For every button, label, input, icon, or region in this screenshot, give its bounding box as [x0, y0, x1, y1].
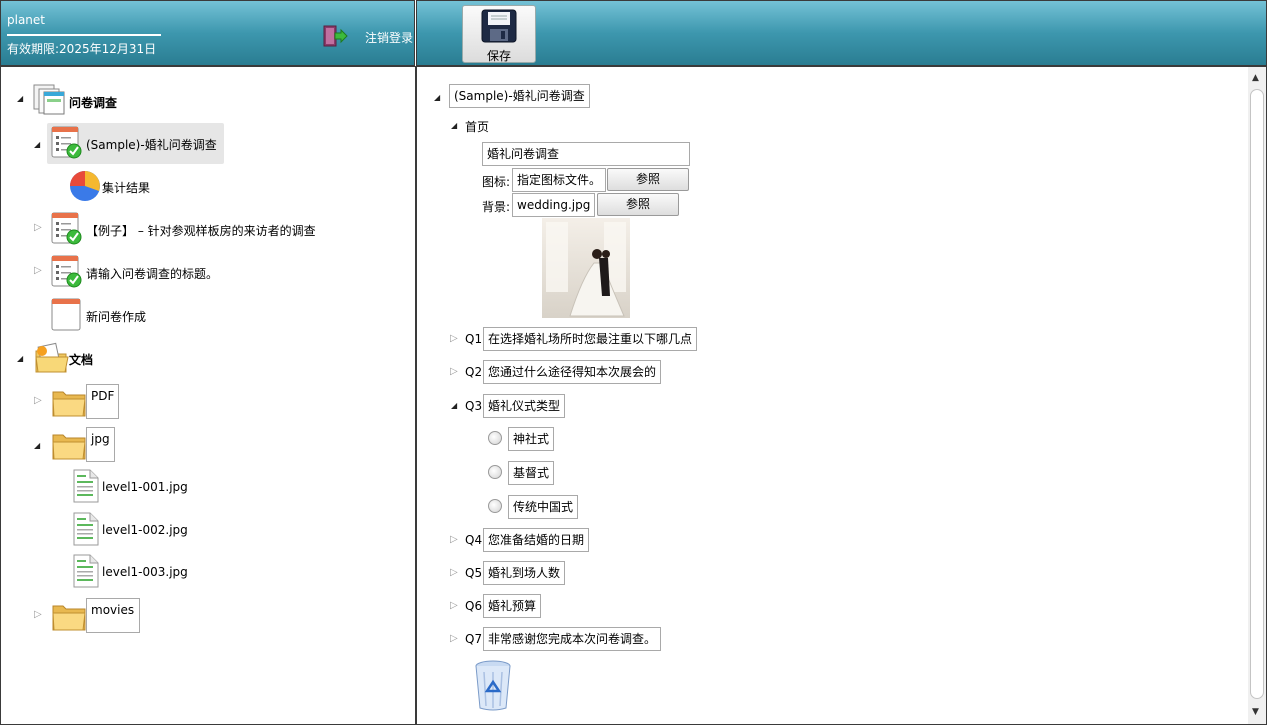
tree-survey-item-1[interactable]: (Sample)-婚礼问卷调查: [86, 136, 217, 153]
icon-browse-button[interactable]: 参照: [607, 168, 689, 191]
tree-results-item[interactable]: 集计结果: [102, 179, 150, 196]
expand-arrow-survey-root[interactable]: ◢: [17, 94, 23, 103]
q3-option-1-field[interactable]: 神社式: [508, 427, 555, 451]
expand-arrow-q4[interactable]: ▷: [450, 534, 458, 545]
expand-arrow-survey-1[interactable]: ◢: [34, 140, 40, 149]
question-number: Q1: [465, 332, 483, 346]
save-label: 保存: [486, 49, 511, 63]
folder-icon: [51, 429, 87, 464]
tree-survey-item-3[interactable]: 请输入问卷调查的标题。: [86, 265, 218, 282]
survey-editor: ◢ (Sample)-婚礼问卷调查 ◢ 首页 婚礼问卷调查 图标: 指定图标文件…: [416, 66, 1267, 725]
background-image-preview: [542, 218, 630, 318]
question-7-field[interactable]: 非常感谢您完成本次问卷调查。: [483, 627, 662, 651]
tree-file-jpg-1[interactable]: level1-001.jpg: [102, 480, 188, 494]
logout-link[interactable]: 注销登录: [365, 29, 413, 46]
expand-arrow-folder-jpg[interactable]: ◢: [34, 441, 40, 450]
header-divider: [7, 34, 161, 36]
user-name: planet: [7, 13, 45, 27]
tree-folder-jpg[interactable]: jpg: [86, 427, 115, 462]
survey-title-field[interactable]: (Sample)-婚礼问卷调查: [449, 84, 590, 108]
vertical-scrollbar[interactable]: ▲ ▼: [1248, 67, 1266, 724]
question-6-field[interactable]: 婚礼预算: [483, 594, 542, 618]
option-radio[interactable]: [488, 499, 502, 513]
question-number: Q7: [465, 632, 483, 646]
tree-file-jpg-2[interactable]: level1-002.jpg: [102, 523, 188, 537]
question-number: Q3: [465, 399, 483, 413]
q3-option-2-field[interactable]: 基督式: [508, 461, 555, 485]
home-title-input[interactable]: 婚礼问卷调查: [482, 142, 690, 166]
save-button[interactable]: 保存: [462, 5, 536, 63]
tree-survey-item-2[interactable]: 【例子】 – 针对参观样板房的来访者的调查: [86, 222, 316, 239]
scroll-down-arrow-icon[interactable]: ▼: [1252, 707, 1259, 717]
tree-docs-root[interactable]: 文档: [69, 351, 93, 368]
tree-survey-root[interactable]: 问卷调查: [69, 94, 117, 111]
question-number: Q6: [465, 599, 483, 613]
question-2-field[interactable]: 您通过什么途径得知本次展会的: [483, 360, 662, 384]
image-file-icon: [72, 512, 100, 549]
right-header: 保存: [416, 0, 1267, 66]
expand-arrow-home[interactable]: ◢: [451, 121, 457, 130]
question-3-field[interactable]: 婚礼仪式类型: [483, 394, 566, 418]
option-radio[interactable]: [488, 431, 502, 445]
expand-arrow-folder-movies[interactable]: ▷: [34, 609, 42, 620]
recycle-bin-icon[interactable]: [473, 660, 513, 715]
icon-file-field[interactable]: 指定图标文件。: [512, 168, 607, 192]
survey-document-icon: [51, 255, 83, 292]
question-5-field[interactable]: 婚礼到场人数: [483, 561, 566, 585]
new-document-icon: [51, 298, 83, 335]
survey-document-icon: [51, 126, 83, 163]
expand-arrow-survey[interactable]: ◢: [434, 93, 440, 102]
tree-new-survey[interactable]: 新问卷作成: [86, 308, 146, 325]
folder-icon: [51, 600, 87, 635]
expand-arrow-folder-pdf[interactable]: ▷: [34, 395, 42, 406]
navigation-tree: ◢ 问卷调查 ◢ (Sample)-婚礼问卷调查 集计结果 ▷ 【例子】 – 针…: [0, 66, 416, 725]
question-number: Q4: [465, 533, 483, 547]
background-file-field[interactable]: wedding.jpg: [512, 193, 596, 217]
survey-document-icon: [51, 212, 83, 249]
expand-arrow-survey-2[interactable]: ▷: [34, 222, 42, 233]
q3-option-3-field[interactable]: 传统中国式: [508, 495, 579, 519]
question-number: Q2: [465, 365, 483, 379]
logout-icon[interactable]: [323, 25, 349, 47]
scroll-up-arrow-icon[interactable]: ▲: [1252, 73, 1259, 83]
expand-arrow-q2[interactable]: ▷: [450, 366, 458, 377]
left-header: planet 有效期限:2025年12月31日 注销登录: [0, 0, 415, 66]
question-1-field[interactable]: 在选择婚礼场所时您最注重以下哪几点: [483, 327, 698, 351]
image-file-icon: [72, 469, 100, 506]
question-number: Q5: [465, 566, 483, 580]
image-file-icon: [72, 554, 100, 591]
scrollbar-thumb[interactable]: [1250, 89, 1264, 699]
folder-icon: [51, 386, 87, 421]
tree-folder-movies[interactable]: movies: [86, 598, 140, 633]
expand-arrow-survey-3[interactable]: ▷: [34, 265, 42, 276]
background-label: 背景:: [482, 200, 511, 214]
expand-arrow-q1[interactable]: ▷: [450, 333, 458, 344]
expand-arrow-q6[interactable]: ▷: [450, 600, 458, 611]
expiry-date: 有效期限:2025年12月31日: [7, 42, 157, 56]
icon-label: 图标:: [482, 175, 511, 189]
home-page-label[interactable]: 首页: [465, 118, 489, 135]
expand-arrow-q7[interactable]: ▷: [450, 633, 458, 644]
expand-arrow-q3[interactable]: ◢: [451, 401, 457, 410]
tree-file-jpg-3[interactable]: level1-003.jpg: [102, 565, 188, 579]
question-4-field[interactable]: 您准备结婚的日期: [483, 528, 590, 552]
documents-folder-icon: [34, 341, 70, 378]
option-radio[interactable]: [488, 465, 502, 479]
tree-folder-pdf[interactable]: PDF: [86, 384, 120, 419]
floppy-disk-icon: [481, 9, 517, 43]
expand-arrow-docs-root[interactable]: ◢: [17, 354, 23, 363]
background-browse-button[interactable]: 参照: [597, 193, 679, 216]
expand-arrow-q5[interactable]: ▷: [450, 567, 458, 578]
pie-chart-icon: [68, 169, 102, 206]
survey-folder-icon: [33, 82, 67, 119]
